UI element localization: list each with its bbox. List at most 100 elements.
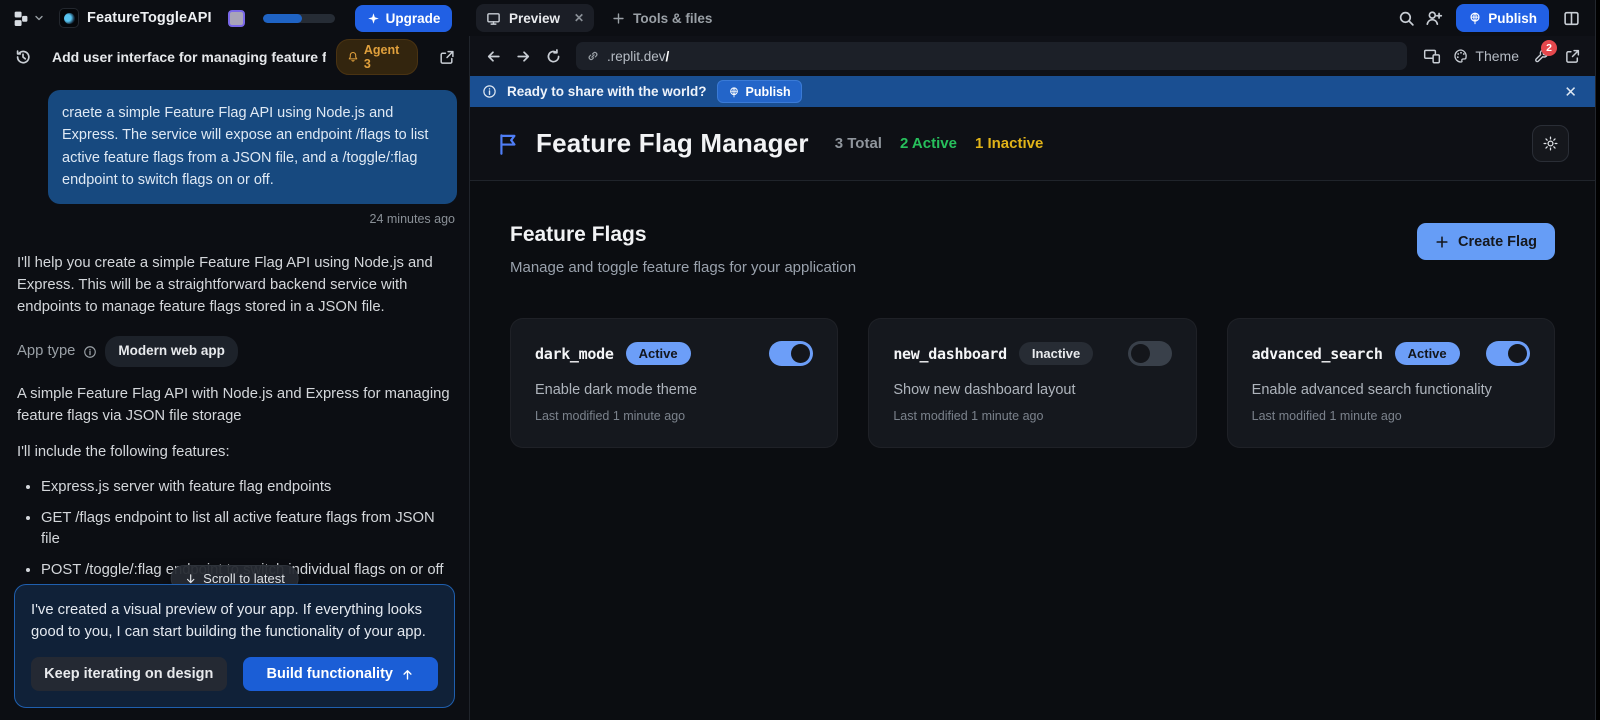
create-flag-label: Create Flag — [1458, 234, 1537, 250]
toggle-knob — [1131, 344, 1150, 363]
resources-icon[interactable] — [228, 10, 245, 27]
status-badge: Active — [1395, 342, 1460, 365]
monitor-icon — [486, 11, 501, 26]
app-content: Feature Flags Manage and toggle feature … — [470, 181, 1595, 720]
user-message: craete a simple Feature Flag API using N… — [48, 90, 457, 204]
publish-label: Publish — [1488, 11, 1537, 26]
feature-item: GET /flags endpoint to list all active f… — [41, 508, 452, 551]
workspace-menu[interactable] — [12, 10, 45, 27]
tools-files-button[interactable]: Tools & files — [612, 11, 712, 26]
url-text: .replit.dev/ — [607, 49, 669, 64]
bell-icon — [347, 51, 359, 63]
keep-iterating-button[interactable]: Keep iterating on design — [31, 657, 227, 691]
flag-card-dark-mode: dark_mode Active Enable dark mode theme … — [510, 318, 838, 448]
flag-name: advanced_search — [1252, 345, 1383, 363]
flag-description: Show new dashboard layout — [893, 382, 1171, 398]
app-theme-toggle-button[interactable] — [1532, 125, 1569, 162]
assistant-intro: I'll help you create a simple Feature Fl… — [17, 252, 452, 319]
toggle-knob — [791, 344, 810, 363]
share-chat-icon[interactable] — [438, 49, 455, 66]
flag-toggle[interactable] — [1128, 341, 1172, 366]
agent-badge-label: Agent 3 — [364, 43, 407, 71]
stat-inactive: 1 Inactive — [975, 135, 1043, 152]
create-flag-button[interactable]: Create Flag — [1417, 223, 1555, 260]
flag-toggle[interactable] — [1486, 341, 1530, 366]
section-title: Feature Flags — [510, 223, 856, 247]
flag-name: new_dashboard — [893, 345, 1007, 363]
project-avatar-eye — [64, 13, 75, 24]
preview-pane: .replit.dev/ Theme 2 — [470, 36, 1595, 720]
replit-logo-icon — [12, 10, 29, 27]
usage-progress-bar[interactable] — [263, 14, 335, 23]
palette-icon — [1453, 48, 1469, 64]
flag-toggle[interactable] — [769, 341, 813, 366]
plus-icon — [612, 12, 625, 25]
invite-button[interactable] — [1420, 4, 1448, 32]
flag-icon — [496, 131, 522, 157]
agent-chat-panel: Add user interface for managing feature … — [0, 36, 470, 720]
tab-preview[interactable]: Preview ✕ — [476, 4, 594, 32]
preview-notice-text: I've created a visual preview of your ap… — [31, 599, 438, 643]
arrow-down-icon — [184, 573, 196, 585]
url-path: / — [666, 49, 670, 64]
flag-name: dark_mode — [535, 345, 614, 363]
dev-tools-button[interactable]: 2 — [1527, 42, 1555, 70]
notification-badge: 2 — [1541, 40, 1557, 56]
build-functionality-button[interactable]: Build functionality — [243, 657, 439, 691]
back-button[interactable] — [480, 43, 506, 69]
publish-banner: Ready to share with the world? Publish ✕ — [470, 76, 1595, 107]
info-icon[interactable] — [83, 345, 97, 359]
url-input[interactable]: .replit.dev/ — [576, 42, 1407, 70]
upgrade-button[interactable]: Upgrade — [355, 5, 453, 32]
flag-modified: Last modified 1 minute ago — [535, 409, 813, 423]
status-badge: Active — [626, 342, 691, 365]
open-external-icon[interactable] — [1559, 43, 1585, 69]
close-tab-icon[interactable]: ✕ — [574, 11, 584, 25]
feature-item: Express.js server with feature flag endp… — [41, 477, 452, 498]
app-type-chip[interactable]: Modern web app — [105, 336, 238, 366]
app-type-row: App type Modern web app — [17, 336, 452, 366]
agent-badge[interactable]: Agent 3 — [336, 39, 418, 75]
status-badge: Inactive — [1019, 342, 1093, 365]
banner-publish-button[interactable]: Publish — [717, 80, 802, 103]
chat-session-title[interactable]: Add user interface for managing feature … — [52, 49, 326, 65]
sparkle-icon — [367, 12, 380, 25]
banner-text: Ready to share with the world? — [507, 84, 707, 99]
preview-action-box: I've created a visual preview of your ap… — [14, 584, 455, 708]
stat-total: 3 Total — [835, 135, 882, 152]
project-avatar[interactable] — [59, 8, 79, 28]
stat-active: 2 Active — [900, 135, 957, 152]
history-icon[interactable] — [14, 48, 32, 66]
forward-button[interactable] — [510, 43, 536, 69]
app-type-label: App type — [17, 340, 75, 362]
banner-publish-globe-icon — [728, 86, 740, 98]
plus-icon — [1435, 235, 1449, 249]
flag-modified: Last modified 1 minute ago — [1252, 409, 1530, 423]
flag-description: Enable advanced search functionality — [1252, 382, 1530, 398]
workspace-topbar-left: FeatureToggleAPI Upgrade — [0, 0, 470, 36]
link-icon — [586, 49, 600, 63]
tools-files-label: Tools & files — [633, 11, 712, 26]
project-name[interactable]: FeatureToggleAPI — [87, 10, 212, 26]
flag-description: Enable dark mode theme — [535, 382, 813, 398]
devices-icon[interactable] — [1419, 43, 1445, 69]
upgrade-label: Upgrade — [386, 11, 441, 26]
chat-header: Add user interface for managing feature … — [0, 36, 469, 78]
publish-globe-icon — [1468, 11, 1482, 25]
flag-stats: 3 Total 2 Active 1 Inactive — [835, 135, 1044, 152]
banner-close-icon[interactable]: ✕ — [1558, 83, 1583, 101]
usage-progress-fill — [263, 14, 303, 23]
chevron-down-icon — [33, 12, 45, 24]
layout-columns-icon[interactable] — [1557, 4, 1585, 32]
refresh-button[interactable] — [540, 43, 566, 69]
publish-button[interactable]: Publish — [1456, 4, 1549, 32]
search-button[interactable] — [1392, 4, 1420, 32]
flag-card-new-dashboard: new_dashboard Inactive Show new dashboar… — [868, 318, 1196, 448]
toggle-knob — [1508, 344, 1527, 363]
section-subtitle: Manage and toggle feature flags for your… — [510, 259, 856, 276]
flag-cards: dark_mode Active Enable dark mode theme … — [510, 318, 1555, 448]
features-intro: I'll include the following features: — [17, 441, 452, 463]
app-window: FeatureToggleAPI Upgrade Preview ✕ — [0, 0, 1596, 720]
info-circle-icon — [482, 84, 497, 99]
theme-selector[interactable]: Theme — [1449, 48, 1523, 64]
